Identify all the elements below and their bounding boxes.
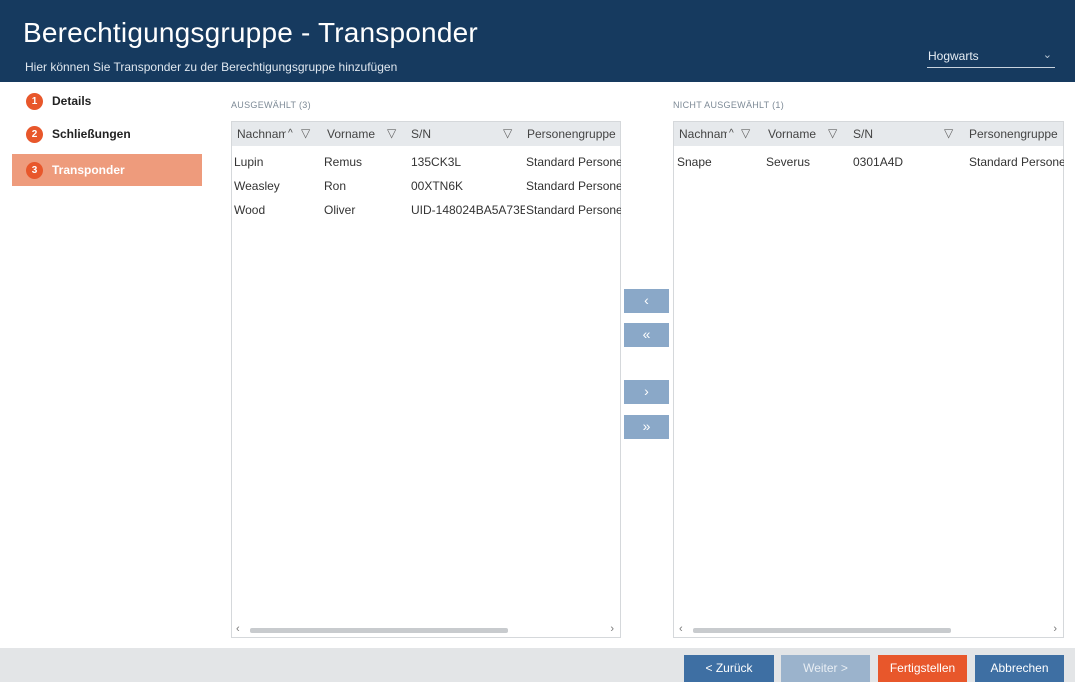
header: Berechtigungsgruppe - Transponder Hier k…: [0, 0, 1075, 82]
step-transponder[interactable]: 3 Transponder: [12, 154, 211, 186]
step-number: 3: [26, 162, 43, 179]
filter-icon[interactable]: ▽: [387, 126, 396, 140]
site-select-value: Hogwarts: [928, 49, 979, 63]
scroll-left-icon[interactable]: ‹: [236, 623, 240, 635]
column-header-personengruppe[interactable]: Personengruppe: [969, 127, 1064, 141]
column-header-vorname[interactable]: Vorname: [768, 127, 818, 141]
column-header-nachname[interactable]: Nachname: [237, 127, 286, 141]
remove-all-button[interactable]: «: [624, 323, 669, 347]
cell-nachname: Wood: [234, 203, 266, 217]
selected-table: Nachname ^ ▽ Vorname ▽ S/N ▽ Personengru…: [231, 121, 621, 638]
filter-icon[interactable]: ▽: [828, 126, 837, 140]
cell-sn: 0301A4D: [853, 155, 904, 169]
sort-asc-icon[interactable]: ^: [729, 128, 734, 139]
table-header: Nachname ^ ▽ Vorname ▽ S/N ▽ Personengru…: [674, 122, 1063, 146]
filter-icon[interactable]: ▽: [944, 126, 953, 140]
step-label: Schließungen: [52, 127, 131, 141]
column-header-nachname[interactable]: Nachname: [679, 127, 727, 141]
cell-vorname: Oliver: [324, 203, 356, 217]
table-row[interactable]: Weasley Ron 00XTN6K Standard Personengru…: [232, 174, 621, 198]
cell-personengruppe: Standard Personengruppe: [526, 155, 621, 169]
page-title: Berechtigungsgruppe - Transponder: [23, 17, 478, 48]
cell-personengruppe: Standard Personengruppe: [969, 155, 1064, 169]
remove-one-button[interactable]: ‹: [624, 289, 669, 313]
cell-nachname: Lupin: [234, 155, 264, 169]
cell-vorname: Ron: [324, 179, 347, 193]
cell-nachname: Weasley: [234, 179, 280, 193]
cancel-button[interactable]: Abbrechen: [975, 655, 1064, 682]
column-header-vorname[interactable]: Vorname: [327, 127, 377, 141]
selected-section-label: AUSGEWÄHLT (3): [231, 100, 311, 110]
horizontal-scrollbar[interactable]: ‹ ›: [674, 623, 1063, 637]
filter-icon[interactable]: ▽: [301, 126, 310, 140]
filter-icon[interactable]: ▽: [741, 126, 750, 140]
site-select[interactable]: Hogwarts ⌄: [927, 46, 1055, 68]
scroll-right-icon[interactable]: ›: [610, 623, 614, 635]
filter-icon[interactable]: ▽: [503, 126, 512, 140]
column-header-sn[interactable]: S/N: [853, 127, 933, 141]
column-header-sn[interactable]: S/N: [411, 127, 491, 141]
not-selected-table: Nachname ^ ▽ Vorname ▽ S/N ▽ Personengru…: [673, 121, 1064, 638]
cell-personengruppe: Standard Personengruppe: [526, 203, 621, 217]
horizontal-scrollbar[interactable]: ‹ ›: [232, 623, 620, 637]
cell-sn: 00XTN6K: [411, 179, 464, 193]
table-row[interactable]: Lupin Remus 135CK3L Standard Personengru…: [232, 150, 621, 174]
table-header: Nachname ^ ▽ Vorname ▽ S/N ▽ Personengru…: [232, 122, 620, 146]
scroll-thumb[interactable]: [693, 628, 951, 633]
step-label: Details: [52, 94, 92, 108]
scroll-left-icon[interactable]: ‹: [679, 623, 683, 635]
scroll-right-icon[interactable]: ›: [1053, 623, 1057, 635]
step-number: 1: [26, 93, 43, 110]
add-all-button[interactable]: »: [624, 415, 669, 439]
cell-sn: 135CK3L: [411, 155, 462, 169]
chevron-down-icon: ⌄: [1042, 49, 1052, 61]
cell-vorname: Remus: [324, 155, 363, 169]
step-details[interactable]: 1 Details: [12, 85, 202, 117]
cell-vorname: Severus: [766, 155, 811, 169]
cell-nachname: Snape: [677, 155, 712, 169]
step-label: Transponder: [52, 163, 125, 177]
table-row[interactable]: Wood Oliver UID-148024BA5A73E Standard P…: [232, 198, 621, 222]
cell-sn: UID-148024BA5A73E: [411, 203, 525, 217]
page-subtitle: Hier können Sie Transponder zu der Berec…: [25, 60, 398, 74]
sort-asc-icon[interactable]: ^: [288, 128, 293, 139]
step-number: 2: [26, 126, 43, 143]
scroll-thumb[interactable]: [250, 628, 508, 633]
column-header-personengruppe[interactable]: Personengruppe: [527, 127, 621, 141]
next-button[interactable]: Weiter >: [781, 655, 870, 682]
step-schliessungen[interactable]: 2 Schließungen: [12, 118, 202, 150]
wizard-steps: 1 Details 2 Schließungen 3 Transponder: [0, 82, 211, 648]
back-button[interactable]: < Zurück: [684, 655, 774, 682]
table-row[interactable]: Snape Severus 0301A4D Standard Personeng…: [674, 150, 1064, 174]
not-selected-section-label: NICHT AUSGEWÄHLT (1): [673, 100, 785, 110]
footer-bar: < Zurück Weiter > Fertigstellen Abbreche…: [0, 648, 1075, 682]
add-one-button[interactable]: ›: [624, 380, 669, 404]
finish-button[interactable]: Fertigstellen: [878, 655, 967, 682]
cell-personengruppe: Standard Personengruppe: [526, 179, 621, 193]
